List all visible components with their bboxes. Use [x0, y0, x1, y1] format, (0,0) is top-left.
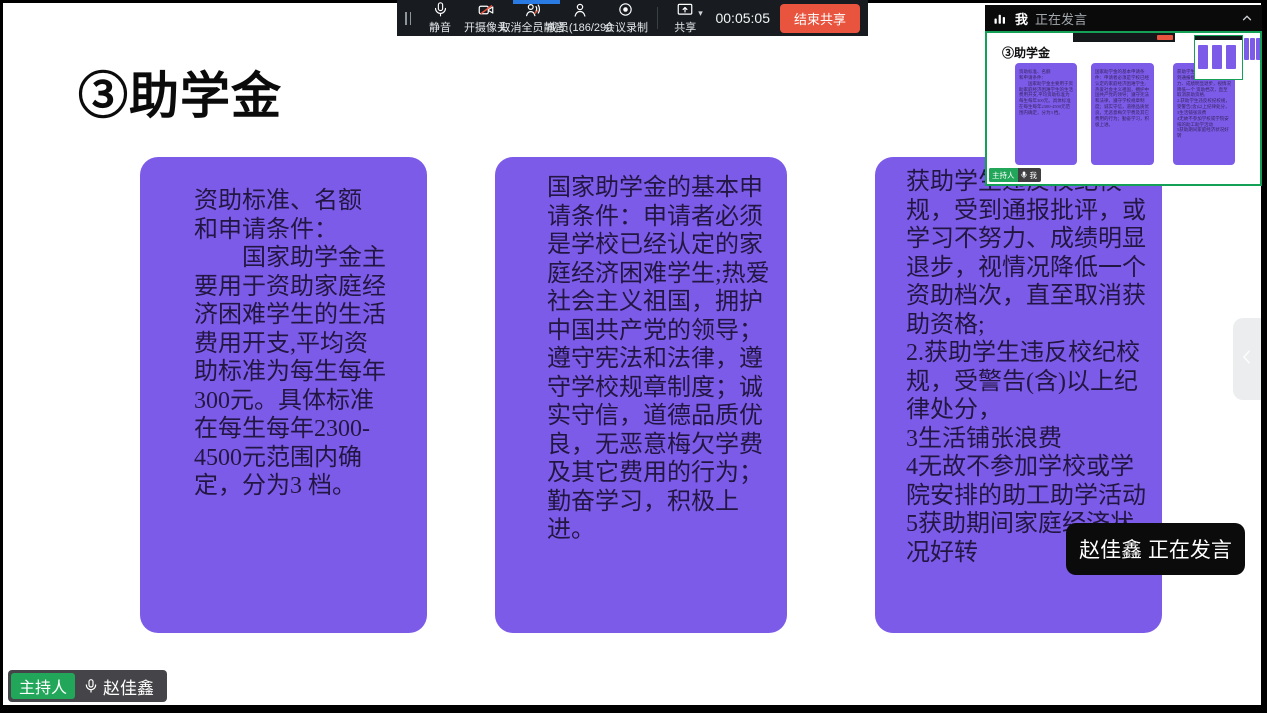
share-button[interactable]: 共享 ▾	[671, 1, 705, 35]
meeting-timer: 00:05:05	[715, 10, 770, 26]
meeting-toolbar: 静音 开摄像头 取消全员静音 成员(186/290 会议录制 共享	[397, 0, 868, 36]
microphone-icon	[83, 678, 99, 694]
speaker-name: 赵佳鑫	[103, 674, 154, 699]
speaker-pill: 主持人 赵佳鑫	[8, 670, 167, 702]
mini-thumbnail	[1256, 38, 1261, 60]
mini-preview-panel	[1194, 35, 1243, 80]
preview-panel-content[interactable]: ③助学金 资助标准、名额 和申请条件： 国家助学金主要用于资助家庭经济困难学生的…	[985, 31, 1262, 186]
host-badge: 主持人	[11, 673, 75, 699]
mini-slide-card-1: 资助标准、名额 和申请条件： 国家助学金主要用于资助家庭经济困难学生的生活费用开…	[1015, 63, 1077, 165]
speaking-toast: 赵佳鑫 正在发言	[1066, 523, 1245, 575]
mute-label: 静音	[429, 19, 451, 35]
record-icon	[617, 1, 634, 18]
mini-self-name: 我	[1030, 170, 1038, 181]
share-label: 共享	[674, 19, 696, 35]
toolbar-notch	[513, 0, 560, 4]
panel-collapse-tab[interactable]	[1233, 318, 1261, 400]
members-button[interactable]: 成员(186/290	[562, 1, 597, 35]
chevron-left-icon	[1238, 344, 1256, 375]
slide-card-2: 国家助学金的基本申请条件：申请者必须是学校已经认定的家庭经济困难学生;热爱社会主…	[495, 157, 787, 633]
mini-slide-title: ③助学金	[1002, 44, 1050, 61]
mini-host-badge: 主持人	[989, 168, 1018, 182]
unmute-all-button[interactable]: 取消全员静音	[515, 1, 550, 35]
chevron-up-icon[interactable]	[1240, 11, 1254, 25]
toolbar-divider	[657, 7, 658, 29]
toolbar-drag-handle[interactable]	[405, 12, 411, 25]
preview-speaker-name: 我	[1015, 9, 1028, 28]
end-share-button[interactable]: 结束共享	[780, 4, 860, 33]
camera-button[interactable]: 开摄像头	[469, 1, 503, 35]
preview-speaker-status: 正在发言	[1035, 9, 1087, 28]
members-label: 成员(186/290	[547, 19, 612, 35]
volume-bars-icon	[993, 11, 1008, 26]
camera-off-icon	[477, 1, 495, 18]
mini-toolbar	[1073, 33, 1175, 42]
preview-panel-header: 我 正在发言	[985, 5, 1262, 31]
slide-title: ③助学金	[78, 56, 282, 128]
members-icon	[571, 1, 589, 18]
mini-end-share-button	[1157, 35, 1173, 40]
mute-button[interactable]: 静音	[423, 1, 457, 35]
microphone-icon	[1020, 171, 1028, 179]
mini-slide-card-2: 国家助学金的基本申请条件：申请者必须是学校已经认定的家庭经济困难学生;热爱社会主…	[1091, 63, 1154, 165]
chevron-down-icon[interactable]: ▾	[698, 8, 703, 19]
mini-speaker-pill: 主持人 我	[989, 168, 1041, 182]
mini-thumbnail	[1250, 38, 1255, 60]
record-label: 会议录制	[604, 19, 648, 35]
microphone-icon	[432, 1, 449, 18]
record-button[interactable]: 会议录制	[609, 1, 643, 35]
slide-card-1: 资助标准、名额 和申请条件： 国家助学金主要用于资助家庭经济困难学生的生活费用开…	[140, 157, 427, 633]
share-screen-icon	[676, 1, 694, 18]
mini-thumbnail	[1244, 38, 1249, 60]
